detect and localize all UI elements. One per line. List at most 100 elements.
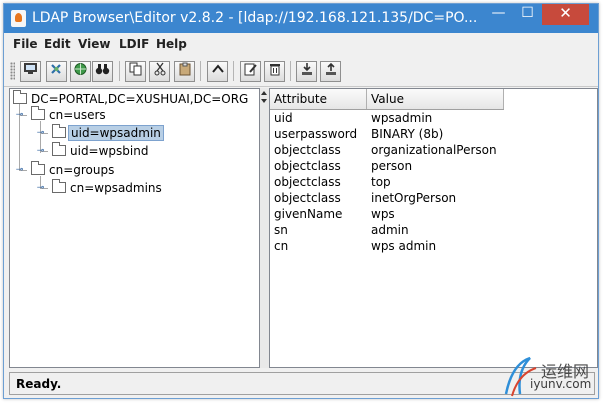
delete-button[interactable]	[264, 61, 285, 82]
value-cell: wpsadmin	[371, 111, 433, 125]
table-row[interactable]: givenName wps	[270, 206, 504, 222]
close-button[interactable]: ✕	[542, 4, 589, 25]
attribute-cell: objectclass	[274, 143, 341, 157]
collapse-right-icon[interactable]	[261, 99, 267, 103]
menu-edit[interactable]: Edit	[44, 37, 71, 51]
app-window: LDAP Browser\Editor v2.8.2 - [ldap://192…	[3, 3, 599, 399]
tree-node-wpsbind[interactable]: uid=wpsbind	[52, 142, 149, 159]
expand-toggle-icon[interactable]: ⊸	[36, 147, 45, 156]
tree-node-label: cn=groups	[49, 163, 115, 177]
minimize-button[interactable]: —	[484, 4, 513, 25]
split-pane-divider[interactable]	[260, 88, 269, 368]
collapse-left-icon[interactable]	[261, 91, 267, 95]
edit-button[interactable]	[240, 61, 261, 82]
tree-node-wpsadmins[interactable]: cn=wpsadmins	[52, 179, 162, 196]
attribute-table-pane[interactable]: Attribute Value uid wpsadmin userpasswor…	[269, 88, 598, 368]
table-row[interactable]: userpassword BINARY (8b)	[270, 126, 504, 142]
menu-bar: File Edit View LDIF Help	[4, 34, 598, 54]
expand-toggle-icon[interactable]: ⊸	[36, 129, 45, 138]
value-cell: person	[371, 159, 413, 173]
table-header: Attribute Value	[270, 89, 504, 110]
value-cell: organizationalPerson	[371, 143, 497, 157]
maximize-button[interactable]: ☐	[513, 4, 542, 25]
value-cell: inetOrgPerson	[371, 191, 457, 205]
window-title: LDAP Browser\Editor v2.8.2 - [ldap://192…	[32, 10, 478, 26]
cut-button[interactable]	[149, 61, 170, 82]
export-button[interactable]	[320, 61, 341, 82]
folder-icon	[52, 124, 66, 138]
attribute-cell: sn	[274, 223, 288, 237]
menu-ldif[interactable]: LDIF	[119, 37, 149, 51]
java-app-icon	[11, 10, 26, 27]
value-cell: BINARY (8b)	[371, 127, 444, 141]
scissors-icon	[153, 62, 167, 80]
folder-icon	[13, 90, 27, 104]
table-row[interactable]: cn wps admin	[270, 238, 504, 254]
connect-button[interactable]	[20, 61, 41, 82]
watermark-url: iyunv.com	[530, 377, 592, 391]
directory-tree-pane[interactable]: DC=PORTAL,DC=XUSHUAI,DC=ORG ⊸ cn=users ⊸…	[9, 88, 260, 368]
table-row[interactable]: objectclass top	[270, 174, 504, 190]
value-cell: admin	[371, 223, 409, 237]
table-row[interactable]: sn admin	[270, 222, 504, 238]
refresh-icon	[49, 64, 64, 80]
attribute-cell: userpassword	[274, 127, 358, 141]
folder-icon	[31, 106, 45, 120]
expand-toggle-icon[interactable]: ⊸	[15, 166, 24, 175]
menu-file[interactable]: File	[13, 37, 38, 51]
paste-button[interactable]	[174, 61, 195, 82]
upload-icon	[324, 62, 338, 80]
tree-node-label: uid=wpsbind	[70, 144, 149, 158]
attribute-cell: cn	[274, 239, 289, 253]
edit-icon	[244, 63, 258, 80]
up-button[interactable]	[207, 61, 228, 82]
toolbar-grip[interactable]	[10, 62, 15, 80]
table-row[interactable]: objectclass organizationalPerson	[270, 142, 504, 158]
tree-root-label: DC=PORTAL,DC=XUSHUAI,DC=ORG	[31, 92, 249, 106]
disconnect-button[interactable]	[70, 61, 91, 82]
binoculars-icon	[95, 64, 110, 80]
tree-node-groups[interactable]: cn=groups	[31, 161, 115, 178]
tree-node-users[interactable]: cn=users	[31, 106, 106, 123]
table-row[interactable]: objectclass person	[270, 158, 504, 174]
watermark-swirl-icon	[504, 356, 537, 397]
attribute-cell: uid	[274, 111, 293, 125]
monitor-icon	[23, 63, 38, 79]
column-header-attribute[interactable]: Attribute	[270, 89, 367, 109]
attribute-cell: givenName	[274, 207, 343, 221]
search-button[interactable]	[92, 61, 113, 82]
clipboard-icon	[178, 62, 192, 80]
trash-icon	[268, 64, 282, 80]
table-row[interactable]: objectclass inetOrgPerson	[270, 190, 504, 206]
table-row[interactable]: uid wpsadmin	[270, 110, 504, 126]
download-icon	[300, 63, 314, 80]
refresh-button[interactable]	[46, 61, 67, 82]
toolbar-separator	[290, 61, 291, 81]
menu-help[interactable]: Help	[156, 37, 187, 51]
expand-toggle-icon[interactable]: ⊸	[15, 111, 24, 120]
expand-toggle-icon[interactable]: ⊸	[36, 184, 45, 193]
attribute-cell: objectclass	[274, 159, 341, 173]
folder-icon	[52, 142, 66, 156]
tree-node-label: uid=wpsadmin	[68, 125, 164, 141]
attribute-cell: objectclass	[274, 191, 341, 205]
value-cell: wps	[371, 207, 395, 221]
attribute-cell: objectclass	[274, 175, 341, 189]
toolbar-separator	[233, 61, 234, 81]
value-cell: wps admin	[371, 239, 437, 253]
folder-icon	[31, 161, 45, 175]
tree-node-label: cn=wpsadmins	[70, 181, 162, 195]
menu-view[interactable]: View	[78, 37, 110, 51]
title-bar[interactable]: LDAP Browser\Editor v2.8.2 - [ldap://192…	[4, 4, 598, 33]
import-button[interactable]	[296, 61, 317, 82]
toolbar-separator	[200, 61, 201, 81]
toolbar	[4, 55, 598, 87]
copy-button[interactable]	[125, 61, 146, 82]
watermark-logo: 运维网 iyunv.com	[500, 352, 596, 398]
toolbar-separator	[119, 61, 120, 81]
column-header-value[interactable]: Value	[367, 89, 504, 109]
tree-root[interactable]: DC=PORTAL,DC=XUSHUAI,DC=ORG	[13, 90, 249, 107]
chevron-up-icon	[211, 64, 225, 80]
tree-node-wpsadmin[interactable]: uid=wpsadmin	[52, 124, 164, 141]
value-cell: top	[371, 175, 391, 189]
